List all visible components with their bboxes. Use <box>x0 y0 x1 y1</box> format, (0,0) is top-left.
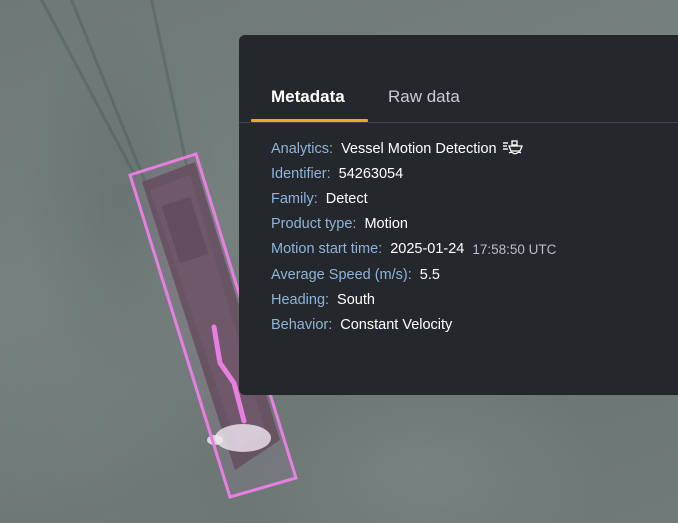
tab-metadata[interactable]: Metadata <box>271 87 345 107</box>
field-label: Analytics: <box>271 140 334 157</box>
field-product-type: Product type: Motion <box>271 212 556 237</box>
field-identifier: Identifier: 54263054 <box>271 161 556 186</box>
field-value-date: 2025-01-24 <box>390 241 465 258</box>
field-average-speed: Average Speed (m/s): 5.5 <box>271 262 556 287</box>
field-value: Detect <box>325 190 368 207</box>
field-family: Family: Detect <box>271 186 556 211</box>
field-value: Motion <box>364 216 408 233</box>
ship-motion-icon <box>502 139 523 158</box>
field-label: Identifier: <box>271 165 331 182</box>
field-value: South <box>337 291 375 308</box>
field-label: Family: <box>271 190 318 207</box>
tab-raw-data[interactable]: Raw data <box>388 87 460 107</box>
field-analytics: Analytics: Vessel Motion Detection <box>271 136 556 161</box>
active-tab-indicator <box>251 119 368 122</box>
field-motion-start-time: Motion start time: 2025-01-24 17:58:50 U… <box>271 237 556 262</box>
field-value: 5.5 <box>419 266 440 283</box>
tab-bar: Metadata Raw data <box>239 35 678 123</box>
field-label: Heading: <box>271 291 330 308</box>
field-label: Product type: <box>271 216 357 233</box>
field-value-time: 17:58:50 UTC <box>472 241 557 257</box>
field-value: Vessel Motion Detection <box>341 140 497 157</box>
field-label: Average Speed (m/s): <box>271 266 412 283</box>
field-value: Constant Velocity <box>340 316 453 333</box>
field-behavior: Behavior: Constant Velocity <box>271 312 556 337</box>
field-heading: Heading: South <box>271 287 556 312</box>
metadata-panel: Metadata Raw data Analytics: Vessel Moti… <box>239 35 678 395</box>
metadata-fields: Analytics: Vessel Motion Detection Ident… <box>271 136 556 338</box>
field-label: Behavior: <box>271 316 333 333</box>
field-value[interactable]: 54263054 <box>339 166 404 182</box>
field-label: Motion start time: <box>271 241 383 258</box>
